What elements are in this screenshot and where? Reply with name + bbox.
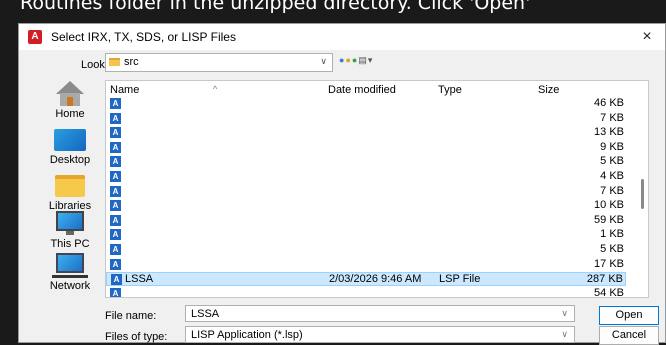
place-desktop[interactable]: Desktop (35, 125, 105, 171)
column-header-size[interactable]: Size (538, 84, 559, 96)
libraries-icon (55, 175, 85, 197)
file-size-cell: 10 KB (594, 199, 624, 212)
view-menu-icon[interactable]: ▤▾ (358, 55, 373, 65)
file-row[interactable]: A 4 KB (106, 170, 626, 184)
lisp-file-icon: A (110, 141, 121, 153)
lisp-file-icon: A (110, 244, 121, 255)
vertical-scrollbar[interactable] (639, 84, 647, 294)
file-type-cell: LSP File (439, 273, 481, 286)
file-row[interactable]: A 54 KB (106, 286, 626, 298)
file-row[interactable]: A 7 KB (106, 185, 626, 199)
file-list[interactable]: Name ^ Date modified Type Size A 46 KB A 7 … (105, 80, 649, 298)
network-icon (56, 253, 84, 273)
folder-icon (109, 58, 120, 66)
dialog-title: Select IRX, TX, SDS, or LISP Files (51, 30, 236, 44)
file-row[interactable]: A 5 KB (106, 243, 626, 257)
lisp-file-icon: A (110, 98, 121, 109)
file-row[interactable]: A 1 KB (106, 228, 626, 242)
look-in-dropdown[interactable]: src ∨ (105, 53, 333, 72)
lisp-file-icon: A (110, 112, 121, 124)
file-size-cell: 54 KB (594, 286, 624, 298)
sort-ascending-icon: ^ (213, 84, 218, 94)
lisp-file-icon: A (110, 229, 121, 241)
file-size-cell: 9 KB (600, 140, 624, 153)
file-row[interactable]: A 10 KB (106, 199, 626, 213)
lisp-file-icon: A (110, 287, 121, 297)
lisp-file-icon: A (110, 200, 121, 212)
file-size-cell: 46 KB (594, 97, 624, 109)
file-size-cell: 5 KB (600, 243, 624, 255)
lisp-file-icon: A (110, 185, 121, 197)
background-instruction-text: Routines folder in the unzipped director… (20, 0, 531, 14)
dialog-titlebar[interactable]: A Select IRX, TX, SDS, or LISP Files × (19, 24, 665, 50)
place-desktop-label: Desktop (49, 154, 91, 166)
file-name-cell: LSSA (125, 273, 154, 286)
file-row[interactable]: A 5 KB (106, 155, 626, 169)
lisp-file-icon: A (110, 214, 121, 226)
navigation-toolbar[interactable]: ●●●▤▾ (339, 55, 373, 66)
file-size-cell: 7 KB (600, 184, 624, 197)
cancel-button[interactable]: Cancel (599, 326, 659, 345)
lisp-file-icon: A (111, 274, 122, 286)
file-size-cell: 13 KB (594, 126, 624, 139)
look-in-value: src (124, 56, 139, 68)
place-network-label: Network (49, 280, 91, 292)
open-button[interactable]: Open (599, 306, 659, 325)
place-network[interactable]: Network (35, 249, 105, 295)
file-date-cell: 2/03/2026 9:46 AM (329, 273, 422, 286)
file-type-label: Files of type: (105, 331, 168, 343)
file-row[interactable]: A LSSA 2/03/2026 9:46 AM LSP File 287 KB (106, 272, 626, 287)
file-name-field[interactable]: LSSA ∨ (185, 305, 575, 322)
file-size-cell: 4 KB (600, 170, 624, 182)
file-row[interactable]: A 59 KB (106, 214, 626, 228)
column-header-date[interactable]: Date modified (328, 84, 396, 96)
file-row[interactable]: A 13 KB (106, 126, 626, 140)
file-size-cell: 17 KB (594, 257, 624, 270)
background-instruction: Routines folder in the unzipped director… (20, 0, 666, 20)
file-size-cell: 59 KB (594, 213, 624, 226)
places-bar: Home Desktop Libraries This PC Network (35, 79, 105, 309)
column-header-type[interactable]: Type (438, 84, 462, 96)
close-button[interactable]: × (637, 27, 657, 47)
column-header-name[interactable]: Name (110, 84, 139, 96)
home-icon (56, 81, 84, 107)
chevron-down-icon[interactable]: ∨ (561, 329, 568, 340)
file-open-dialog: A Select IRX, TX, SDS, or LISP Files × L… (18, 23, 666, 345)
file-name-label: File name: (105, 310, 157, 322)
file-row[interactable]: A 17 KB (106, 258, 626, 272)
chevron-down-icon[interactable]: ∨ (561, 308, 568, 319)
lisp-file-icon: A (110, 258, 121, 270)
file-size-cell: 287 KB (586, 273, 623, 286)
file-type-value: LISP Application (*.lsp) (191, 329, 303, 341)
chevron-down-icon: ∨ (320, 56, 327, 66)
file-name-value: LSSA (191, 308, 220, 320)
lisp-file-icon: A (110, 127, 121, 139)
file-size-cell: 1 KB (600, 228, 624, 241)
file-type-dropdown[interactable]: LISP Application (*.lsp) ∨ (185, 326, 575, 343)
file-size-cell: 5 KB (600, 155, 624, 168)
lisp-file-icon: A (110, 171, 121, 182)
lisp-file-icon: A (110, 156, 121, 168)
file-row[interactable]: A 7 KB (106, 112, 626, 126)
file-row[interactable]: A 9 KB (106, 141, 626, 155)
place-home-label: Home (55, 108, 85, 120)
scrollbar-thumb[interactable] (641, 179, 644, 209)
desktop-icon (54, 129, 86, 151)
file-size-cell: 7 KB (600, 111, 624, 124)
app-icon: A (28, 30, 42, 44)
this-pc-icon (56, 211, 84, 231)
place-home[interactable]: Home (35, 79, 105, 125)
file-row[interactable]: A 46 KB (106, 97, 626, 111)
